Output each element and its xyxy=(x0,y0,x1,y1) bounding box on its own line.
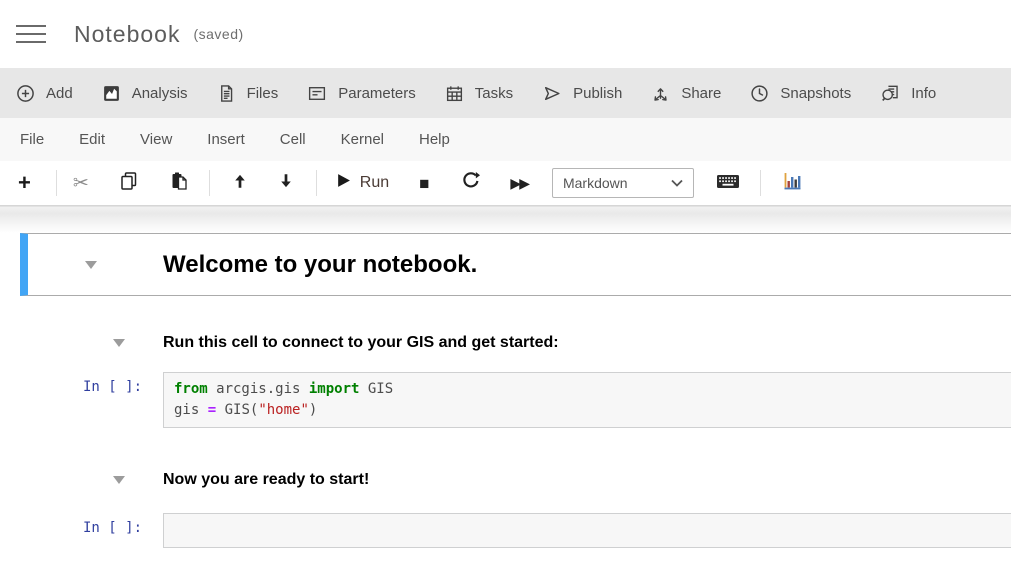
play-icon xyxy=(336,173,351,193)
jupyter-toolbar: + ✂ xyxy=(0,161,1011,206)
toolbar-divider xyxy=(316,170,317,196)
notebook-container-top xyxy=(0,206,1011,233)
toolbar-divider xyxy=(56,170,57,196)
analysis-button[interactable]: Analysis xyxy=(102,84,188,103)
notebook-menubar: File Edit View Insert Cell Kernel Help xyxy=(0,118,1011,161)
analysis-icon xyxy=(102,84,121,103)
hamburger-menu-icon[interactable] xyxy=(16,15,48,53)
info-button[interactable]: Info xyxy=(880,84,936,103)
arrow-down-icon xyxy=(277,172,295,195)
command-palette-button[interactable] xyxy=(716,172,740,195)
menu-insert[interactable]: Insert xyxy=(207,131,245,148)
stop-icon: ■ xyxy=(419,175,429,192)
copy-cell-button[interactable] xyxy=(119,171,139,196)
menu-cell[interactable]: Cell xyxy=(280,131,306,148)
restart-kernel-button[interactable] xyxy=(461,171,480,195)
page-title: Notebook xyxy=(74,21,180,48)
app-header: Notebook (saved) xyxy=(0,0,1011,68)
arrow-up-icon xyxy=(231,172,249,195)
ready-heading: Now you are ready to start! xyxy=(163,471,369,489)
notebook-app: Notebook (saved) Add Analysis Files xyxy=(0,0,1011,580)
code-editor[interactable] xyxy=(163,513,1011,548)
add-button[interactable]: Add xyxy=(16,84,73,103)
keyboard-icon xyxy=(716,172,740,195)
code-line: gis = GIS("home") xyxy=(174,400,1011,421)
share-icon xyxy=(651,84,670,103)
publish-icon xyxy=(542,84,562,103)
interrupt-kernel-button[interactable]: ■ xyxy=(419,175,429,192)
bar-chart-icon xyxy=(781,171,803,196)
refresh-icon xyxy=(461,171,480,195)
menu-edit[interactable]: Edit xyxy=(79,131,105,148)
toolbar-divider xyxy=(760,170,761,196)
input-prompt: In [ ]: xyxy=(83,372,163,395)
move-cell-down-button[interactable] xyxy=(277,172,295,195)
tasks-button[interactable]: Tasks xyxy=(445,84,513,103)
menu-file[interactable]: File xyxy=(20,131,44,148)
scissors-icon: ✂ xyxy=(73,174,89,193)
plus-icon: + xyxy=(18,172,31,194)
chevron-down-icon xyxy=(671,174,683,192)
paste-cell-button[interactable] xyxy=(169,171,189,196)
collapse-toggle-icon[interactable] xyxy=(113,339,125,347)
menu-view[interactable]: View xyxy=(140,131,172,148)
share-button[interactable]: Share xyxy=(651,84,721,103)
markdown-cell-ready[interactable]: Now you are ready to start! xyxy=(0,471,1011,489)
paste-icon xyxy=(169,171,189,196)
esri-toolbar: Add Analysis Files Parameters Tasks xyxy=(0,68,1011,118)
files-icon xyxy=(217,84,236,103)
fast-forward-icon: ▶▶ xyxy=(510,176,528,190)
add-circle-icon xyxy=(16,84,35,103)
restart-run-all-button[interactable]: ▶▶ xyxy=(510,176,528,190)
move-cell-up-button[interactable] xyxy=(231,172,249,195)
collapse-toggle-icon[interactable] xyxy=(85,261,97,269)
copy-icon xyxy=(119,171,139,196)
menu-help[interactable]: Help xyxy=(419,131,450,148)
files-button[interactable]: Files xyxy=(217,84,279,103)
markdown-cell-welcome[interactable]: Welcome to your notebook. xyxy=(20,233,1011,296)
code-editor[interactable]: from arcgis.gis import GIS gis = GIS("ho… xyxy=(163,372,1011,428)
saved-status: (saved) xyxy=(193,26,243,42)
connect-heading: Run this cell to connect to your GIS and… xyxy=(163,334,559,352)
welcome-heading: Welcome to your notebook. xyxy=(163,251,477,279)
publish-button[interactable]: Publish xyxy=(542,84,622,103)
insights-chart-button[interactable] xyxy=(781,171,803,196)
input-prompt: In [ ]: xyxy=(83,513,163,536)
parameters-icon xyxy=(307,84,327,103)
code-cell-empty[interactable]: In [ ]: xyxy=(0,513,1011,548)
toolbar-divider xyxy=(209,170,210,196)
snapshots-icon xyxy=(750,84,769,103)
code-line: from arcgis.gis import GIS xyxy=(174,379,1011,400)
run-button[interactable]: Run xyxy=(336,173,389,193)
info-icon xyxy=(880,84,900,103)
code-cell-gis[interactable]: In [ ]: from arcgis.gis import GIS gis =… xyxy=(0,372,1011,428)
menu-kernel[interactable]: Kernel xyxy=(341,131,384,148)
cut-cell-button[interactable]: ✂ xyxy=(73,174,89,193)
cell-type-select[interactable]: Markdown xyxy=(552,168,694,198)
collapse-toggle-icon[interactable] xyxy=(113,476,125,484)
markdown-cell-connect[interactable]: Run this cell to connect to your GIS and… xyxy=(0,334,1011,352)
tasks-icon xyxy=(445,84,464,103)
parameters-button[interactable]: Parameters xyxy=(307,84,416,103)
add-cell-button[interactable]: + xyxy=(18,172,31,194)
snapshots-button[interactable]: Snapshots xyxy=(750,84,851,103)
